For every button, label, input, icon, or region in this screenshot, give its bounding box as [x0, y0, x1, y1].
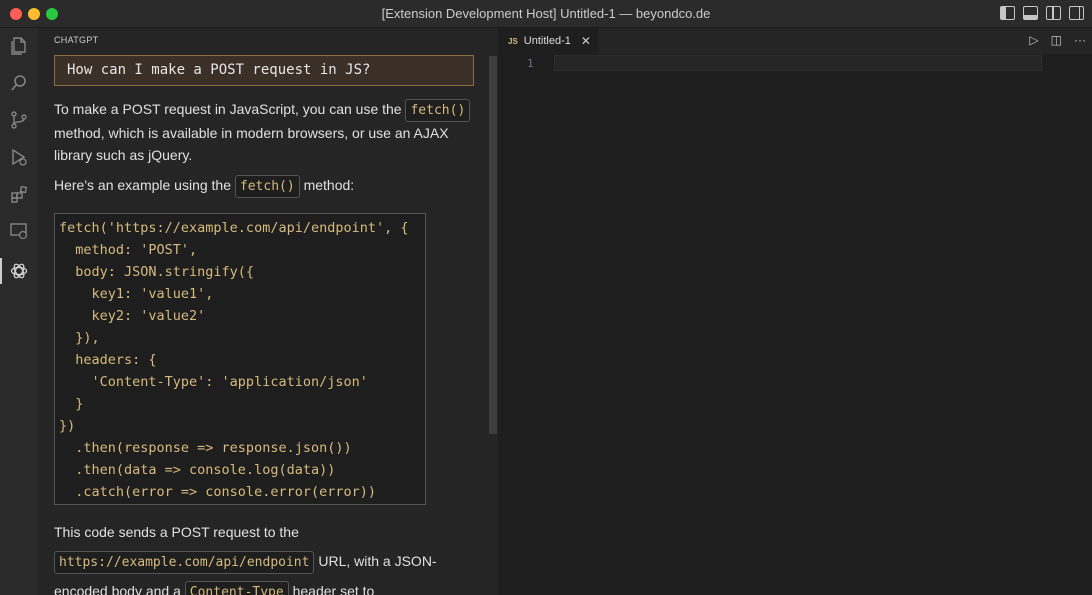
- inline-code: fetch(): [405, 99, 471, 122]
- inline-code: Content-Type: [184, 581, 289, 595]
- run-icon[interactable]: ▷: [1029, 33, 1038, 47]
- customize-layout-icon[interactable]: [1069, 6, 1084, 20]
- javascript-file-icon: JS: [508, 36, 518, 46]
- editor-tab-bar: JS Untitled-1 ✕ ▷ ◫ ···: [498, 28, 1092, 54]
- inline-code: https://example.com/api/endpoint: [54, 551, 315, 574]
- active-view-indicator: [0, 258, 2, 284]
- answer-text: method:: [299, 177, 355, 193]
- answer-text: Here's an example using the: [54, 177, 235, 193]
- remote-explorer-icon[interactable]: [9, 221, 29, 241]
- code-block[interactable]: fetch('https://example.com/api/endpoint'…: [54, 213, 426, 505]
- answer-text: header set to: [288, 583, 375, 595]
- panel-scrollbar[interactable]: [489, 56, 497, 434]
- search-icon[interactable]: [9, 73, 29, 93]
- answer-paragraph: This code sends a POST request to the ht…: [54, 518, 474, 595]
- panel-title: CHATGPT: [54, 35, 99, 45]
- editor-actions: ▷ ◫ ···: [1029, 33, 1086, 47]
- answer-paragraph: Here's an example using the fetch() meth…: [54, 174, 474, 198]
- answer-text: method, which is available in modern bro…: [54, 125, 449, 163]
- split-editor-icon[interactable]: ◫: [1051, 33, 1062, 47]
- title-bar: [Extension Development Host] Untitled-1 …: [0, 0, 1092, 28]
- toggle-panel-icon[interactable]: [1023, 6, 1038, 20]
- user-question: How can I make a POST request in JS?: [54, 55, 474, 86]
- tab-untitled-1[interactable]: JS Untitled-1 ✕: [498, 28, 598, 54]
- source-control-icon[interactable]: [9, 110, 29, 130]
- layout-controls: [1000, 6, 1084, 20]
- extensions-icon[interactable]: [9, 184, 29, 204]
- run-debug-icon[interactable]: [9, 147, 29, 167]
- editor-text-area[interactable]: [554, 55, 1042, 71]
- more-actions-icon[interactable]: ···: [1074, 33, 1086, 47]
- tab-label: Untitled-1: [523, 35, 571, 47]
- vscode-window: [Extension Development Host] Untitled-1 …: [0, 0, 1092, 595]
- window-title: [Extension Development Host] Untitled-1 …: [381, 6, 711, 21]
- toggle-secondary-sidebar-icon[interactable]: [1046, 6, 1061, 20]
- line-number: 1: [527, 57, 534, 70]
- answer-text: To make a POST request in JavaScript, yo…: [54, 101, 406, 117]
- close-tab-icon[interactable]: ✕: [581, 34, 591, 48]
- answer-paragraph: To make a POST request in JavaScript, yo…: [54, 98, 474, 166]
- chatgpt-panel: CHATGPT How can I make a POST request in…: [38, 28, 498, 595]
- inline-code: fetch(): [234, 175, 300, 198]
- chatgpt-icon[interactable]: [9, 261, 29, 281]
- activity-bar: [0, 28, 38, 595]
- toggle-primary-sidebar-icon[interactable]: [1000, 6, 1015, 20]
- files-icon[interactable]: [9, 36, 29, 56]
- answer-text: This code sends a POST request to the: [54, 524, 299, 540]
- editor-area: JS Untitled-1 ✕ ▷ ◫ ··· 1: [498, 28, 1092, 595]
